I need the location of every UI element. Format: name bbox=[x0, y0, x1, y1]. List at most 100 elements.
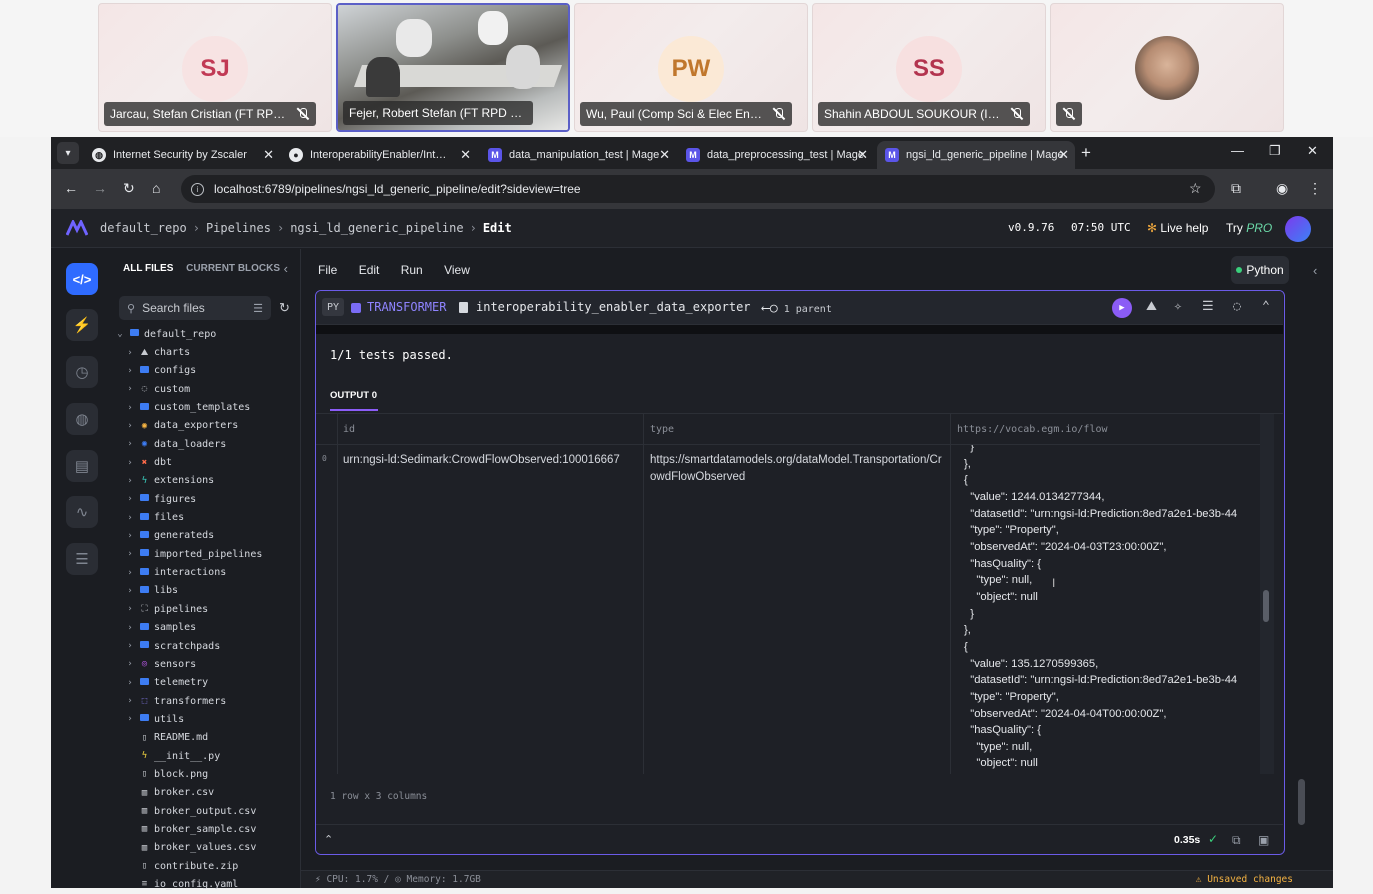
bookmark-star-icon[interactable]: ☆ bbox=[1189, 180, 1202, 197]
maximize-icon[interactable]: ❐ bbox=[1269, 143, 1281, 159]
logs-icon[interactable]: ▤ bbox=[66, 450, 98, 482]
filter-icon[interactable]: ☰ bbox=[253, 302, 263, 315]
collapse-block-icon[interactable]: ⌃ bbox=[1262, 299, 1270, 314]
tree-item[interactable]: › ◌ custom bbox=[115, 380, 299, 398]
tree-item[interactable]: › samples bbox=[115, 619, 299, 637]
tree-item[interactable]: › generateds bbox=[115, 527, 299, 545]
participant-tile[interactable]: PW Wu, Paul (Comp Sci & Elec Eng... bbox=[574, 3, 808, 132]
breadcrumb-pipeline[interactable]: ngsi_ld_generic_pipeline bbox=[290, 221, 463, 235]
tree-item[interactable]: ▯ README.md bbox=[115, 729, 299, 747]
browser-tab-active[interactable]: M ngsi_ld_generic_pipeline | Mage ✕ bbox=[877, 141, 1075, 169]
tree-item[interactable]: ▯ block.png bbox=[115, 765, 299, 783]
runs-history-icon[interactable]: ◷ bbox=[66, 356, 98, 388]
tree-item[interactable]: › figures bbox=[115, 490, 299, 508]
backfills-icon[interactable]: ◍ bbox=[66, 403, 98, 435]
browser-tab[interactable]: ◍ Internet Security by Zscaler ✕ bbox=[84, 141, 280, 169]
kernel-language-button[interactable]: Python bbox=[1231, 256, 1289, 284]
browser-tab[interactable]: M data_manipulation_test | Mage ✕ bbox=[480, 141, 676, 169]
tree-item[interactable]: › ϟ extensions bbox=[115, 472, 299, 490]
output-tab[interactable]: OUTPUT 0 bbox=[330, 390, 377, 401]
tree-item[interactable]: ▥ broker_values.csv bbox=[115, 839, 299, 857]
more-options-icon[interactable]: ◌ bbox=[1233, 299, 1241, 314]
home-icon[interactable]: ⌂ bbox=[152, 180, 160, 196]
menu-kebab-icon[interactable]: ⋮ bbox=[1308, 180, 1322, 197]
tree-item[interactable]: ▥ broker_output.csv bbox=[115, 802, 299, 820]
tree-item[interactable]: › files bbox=[115, 508, 299, 526]
column-header-id[interactable]: id bbox=[343, 424, 355, 435]
tree-item[interactable]: › ⬚ transformers bbox=[115, 692, 299, 710]
user-avatar[interactable] bbox=[1285, 216, 1311, 242]
tree-item[interactable]: ▥ broker_sample.csv bbox=[115, 820, 299, 838]
mage-logo-icon[interactable] bbox=[66, 220, 88, 236]
code-editor-icon[interactable]: </> bbox=[66, 263, 98, 295]
tree-item[interactable]: ≡ io_config.yaml bbox=[115, 875, 299, 893]
cell-type[interactable]: https://smartdatamodels.org/dataModel.Tr… bbox=[650, 452, 946, 485]
menu-edit[interactable]: Edit bbox=[359, 263, 380, 277]
tab-current-blocks[interactable]: CURRENT BLOCKS bbox=[186, 263, 280, 274]
ai-sparkle-icon[interactable]: ✧ bbox=[1174, 299, 1182, 314]
tree-item[interactable]: › scratchpads bbox=[115, 637, 299, 655]
triggers-icon[interactable]: ⚡ bbox=[66, 309, 98, 341]
save-icon[interactable]: ▣ bbox=[1258, 833, 1269, 847]
back-icon[interactable]: ← bbox=[64, 180, 78, 196]
close-tab-icon[interactable]: ✕ bbox=[1058, 147, 1069, 163]
tree-item[interactable]: › telemetry bbox=[115, 674, 299, 692]
tab-search-button[interactable]: ▾ bbox=[57, 142, 79, 164]
close-tab-icon[interactable]: ✕ bbox=[659, 147, 670, 163]
live-help-link[interactable]: ✻ Live help bbox=[1147, 221, 1208, 235]
menu-view[interactable]: View bbox=[444, 263, 470, 277]
tree-item[interactable]: › ⛰ charts bbox=[115, 343, 299, 361]
tree-item[interactable]: ϟ __init__.py bbox=[115, 747, 299, 765]
browser-tab[interactable]: ● InteroperabilityEnabler/Interop ✕ bbox=[281, 141, 477, 169]
address-bar[interactable]: i localhost:6789/pipelines/ngsi_ld_gener… bbox=[181, 175, 1215, 203]
search-files-input[interactable]: ⚲ Search files ☰ bbox=[119, 296, 271, 320]
menu-file[interactable]: File bbox=[318, 263, 337, 277]
close-tab-icon[interactable]: ✕ bbox=[460, 147, 471, 163]
tree-item[interactable]: › ✖ dbt bbox=[115, 453, 299, 471]
tree-item[interactable]: › ◉ data_loaders bbox=[115, 435, 299, 453]
block-name[interactable]: interoperability_enabler_data_exporter bbox=[476, 300, 751, 314]
tree-item[interactable]: › imported_pipelines bbox=[115, 545, 299, 563]
tree-item[interactable]: › configs bbox=[115, 362, 299, 380]
close-tab-icon[interactable]: ✕ bbox=[857, 147, 868, 163]
block-parents[interactable]: ⟵○ 1 parent bbox=[762, 301, 832, 316]
participant-tile[interactable]: SJ Jarcau, Stefan Cristian (FT RPD ... bbox=[98, 3, 332, 132]
run-block-icon[interactable]: ▶ bbox=[1112, 298, 1132, 318]
tree-item[interactable]: › custom_templates bbox=[115, 398, 299, 416]
language-badge[interactable]: PY bbox=[322, 298, 344, 316]
browser-tab[interactable]: M data_preprocessing_test | Mage ✕ bbox=[678, 141, 874, 169]
tree-item[interactable]: ▥ broker.csv bbox=[115, 784, 299, 802]
refresh-icon[interactable]: ↻ bbox=[279, 300, 290, 316]
cell-id[interactable]: urn:ngsi-ld:Sedimark:CrowdFlowObserved:1… bbox=[343, 452, 639, 469]
cell-flow[interactable]: } }, { "value": 1244.0134277344, "datase… bbox=[958, 445, 1248, 773]
tab-all-files[interactable]: ALL FILES bbox=[123, 263, 173, 274]
collapse-panel-icon[interactable]: ‹ bbox=[284, 261, 288, 276]
participant-tile-active[interactable]: Fejer, Robert Stefan (FT RPD DAI C... bbox=[336, 3, 570, 132]
participant-tile[interactable] bbox=[1050, 3, 1284, 132]
expand-sidekick-icon[interactable]: ‹ bbox=[1313, 263, 1317, 278]
tree-item[interactable]: › interactions bbox=[115, 563, 299, 581]
settings-sliders-icon[interactable]: ☰ bbox=[66, 543, 98, 575]
monitor-icon[interactable]: ∿ bbox=[66, 496, 98, 528]
cell-scrollbar[interactable] bbox=[1260, 414, 1274, 774]
column-header-type[interactable]: type bbox=[650, 424, 674, 435]
scrollbar-thumb[interactable] bbox=[1263, 590, 1269, 622]
tree-item[interactable]: › libs bbox=[115, 582, 299, 600]
expand-up-icon[interactable]: ⌃ bbox=[324, 833, 333, 846]
chart-icon[interactable]: ⛰ bbox=[1146, 299, 1157, 314]
minimize-icon[interactable]: — bbox=[1231, 143, 1244, 158]
column-header-flow[interactable]: https://vocab.egm.io/flow bbox=[957, 424, 1108, 435]
close-window-icon[interactable]: ✕ bbox=[1307, 143, 1318, 159]
menu-run[interactable]: Run bbox=[401, 263, 423, 277]
tree-item[interactable]: › ⛶ pipelines bbox=[115, 600, 299, 618]
breadcrumb-repo[interactable]: default_repo bbox=[100, 221, 187, 235]
tree-item[interactable]: › ◉ data_exporters bbox=[115, 417, 299, 435]
block-settings-icon[interactable]: ☰ bbox=[1202, 299, 1214, 314]
tree-root[interactable]: ⌄ default_repo bbox=[115, 325, 299, 343]
open-external-icon[interactable]: ⧉ bbox=[1232, 833, 1241, 848]
site-info-icon[interactable]: i bbox=[191, 182, 204, 196]
extensions-icon[interactable]: ⧉ bbox=[1231, 180, 1241, 197]
reload-icon[interactable]: ↻ bbox=[123, 180, 135, 197]
breadcrumb-pipelines[interactable]: Pipelines bbox=[206, 221, 271, 235]
forward-icon[interactable]: → bbox=[93, 180, 107, 196]
